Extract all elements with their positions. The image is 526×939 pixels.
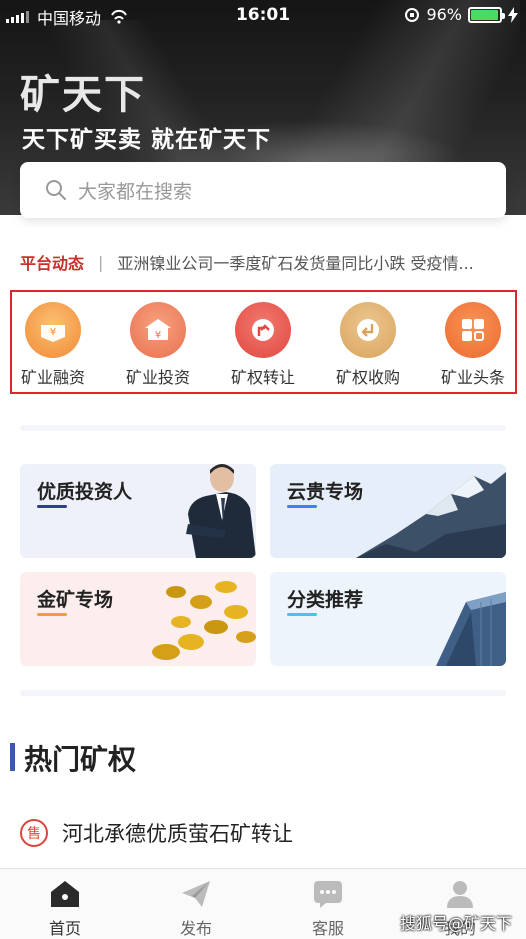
card-title: 优质投资人 bbox=[37, 481, 133, 503]
menu-label: 矿业融资 bbox=[20, 368, 85, 387]
gold-coins-image bbox=[152, 581, 256, 660]
home-icon bbox=[51, 881, 79, 907]
card-gold-mine-special[interactable]: 金矿专场 bbox=[20, 572, 256, 666]
charging-icon bbox=[508, 6, 518, 23]
search-placeholder: 大家都在搜索 bbox=[78, 180, 193, 203]
section-accent-bar bbox=[10, 743, 15, 771]
card-title: 金矿专场 bbox=[37, 589, 114, 611]
tab-customer-service[interactable]: 客服 bbox=[283, 879, 373, 939]
menu-item-mining-right-acquisition[interactable]: 矿权收购 bbox=[318, 302, 418, 388]
news-separator: | bbox=[98, 252, 104, 272]
app-slogan: 天下矿买卖 就在矿天下 bbox=[22, 127, 272, 153]
card-accent-bar bbox=[37, 613, 67, 616]
card-category-recommend[interactable]: 分类推荐 bbox=[270, 572, 506, 666]
list-item[interactable]: 售 河北承德优质萤石矿转让 bbox=[20, 818, 293, 848]
yen-money-icon: ¥ bbox=[25, 302, 81, 358]
search-icon bbox=[46, 180, 66, 200]
upload-arrow-icon bbox=[235, 302, 291, 358]
sale-badge: 售 bbox=[20, 819, 48, 847]
battery-icon bbox=[468, 6, 505, 23]
user-icon bbox=[447, 881, 473, 908]
news-ticker[interactable]: 平台动态 | 亚洲镍业公司一季度矿石发货量同比小跌 受疫情... bbox=[20, 248, 510, 276]
list-item-title: 河北承德优质萤石矿转让 bbox=[62, 822, 293, 846]
card-quality-investors[interactable]: 优质投资人 bbox=[20, 464, 256, 558]
card-title: 分类推荐 bbox=[287, 589, 364, 611]
tab-label: 发布 bbox=[179, 919, 212, 938]
paper-plane-icon bbox=[182, 881, 210, 907]
app-logo: 矿天下 bbox=[20, 72, 146, 118]
news-tag: 平台动态 bbox=[20, 254, 85, 273]
rotation-lock-icon bbox=[405, 7, 420, 22]
menu-item-mining-right-transfer[interactable]: 矿权转让 bbox=[213, 302, 313, 388]
tab-home[interactable]: 首页 bbox=[20, 879, 110, 939]
yen-house-icon: ¥ bbox=[130, 302, 186, 358]
battery-level-fill bbox=[471, 9, 498, 20]
status-bar: 中国移动 16:01 96% bbox=[0, 0, 526, 30]
news-headline[interactable]: 亚洲镍业公司一季度矿石发货量同比小跌 受疫情... bbox=[117, 250, 473, 274]
menu-item-mining-finance[interactable]: ¥ 矿业融资 bbox=[3, 302, 103, 388]
grid-apps-icon bbox=[445, 302, 501, 358]
tab-label: 客服 bbox=[311, 919, 344, 938]
menu-label: 矿权收购 bbox=[335, 368, 400, 387]
card-accent-bar bbox=[37, 505, 67, 508]
section-divider bbox=[20, 425, 506, 431]
section-title-hot-mining-rights: 热门矿权 bbox=[24, 743, 137, 776]
section-divider bbox=[20, 690, 506, 696]
menu-item-mining-investment[interactable]: ¥ 矿业投资 bbox=[108, 302, 208, 388]
menu-label: 矿权转让 bbox=[230, 368, 295, 387]
search-bar[interactable]: 大家都在搜索 bbox=[20, 162, 506, 218]
battery-percent: 96% bbox=[426, 5, 462, 24]
tab-label: 首页 bbox=[48, 919, 81, 938]
menu-label: 矿业头条 bbox=[440, 368, 505, 387]
return-arrow-icon bbox=[340, 302, 396, 358]
svg-text:¥: ¥ bbox=[50, 327, 56, 338]
skyscraper-image bbox=[436, 592, 506, 666]
menu-item-mining-headlines[interactable]: 矿业头条 bbox=[423, 302, 523, 388]
card-accent-bar bbox=[287, 613, 317, 616]
quick-menu: ¥ 矿业融资 ¥ 矿业投资 矿权转让 矿权收购 矿业头条 bbox=[10, 290, 517, 394]
menu-label: 矿业投资 bbox=[125, 368, 190, 387]
tab-publish[interactable]: 发布 bbox=[151, 879, 241, 939]
businessman-image bbox=[186, 464, 256, 558]
card-accent-bar bbox=[287, 505, 317, 508]
svg-text:¥: ¥ bbox=[155, 330, 161, 341]
chat-bubble-icon bbox=[314, 881, 342, 908]
mountain-image bbox=[356, 472, 506, 558]
card-yungui-special[interactable]: 云贵专场 bbox=[270, 464, 506, 558]
card-title: 云贵专场 bbox=[287, 481, 364, 503]
watermark: 搜狐号@矿天下 bbox=[399, 914, 512, 933]
